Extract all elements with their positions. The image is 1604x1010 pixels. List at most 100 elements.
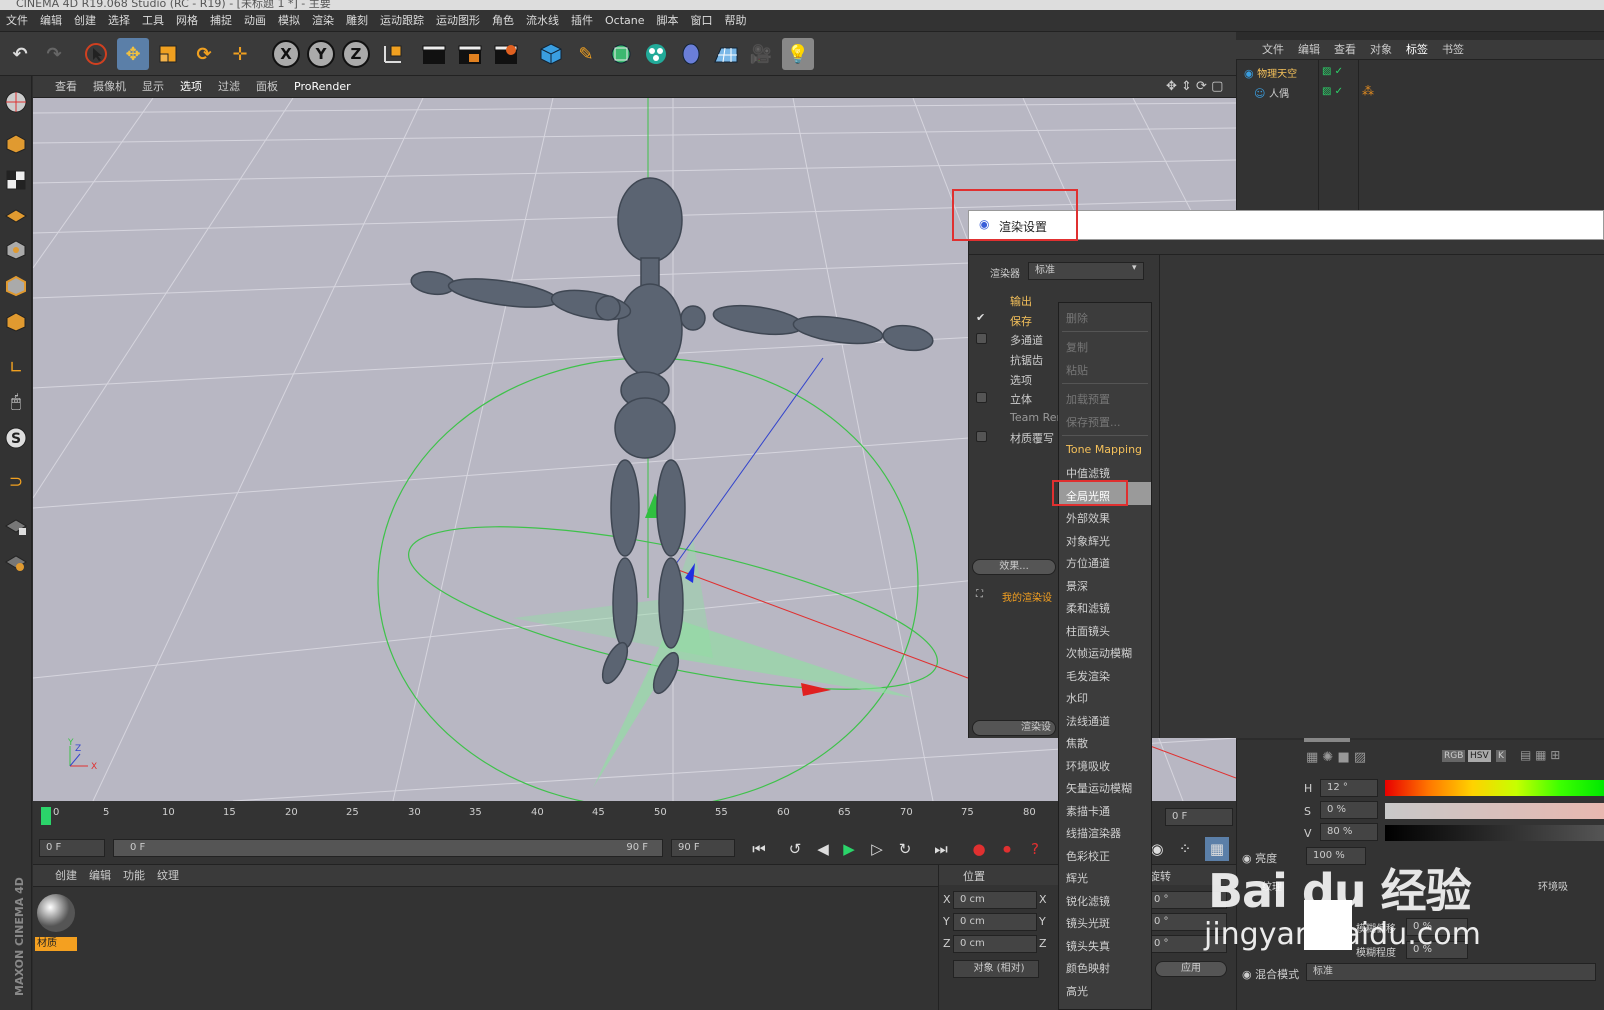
timeline-ruler[interactable]: 0 5 10 15 20 25 30 35 40 45 50 55 60 65 … <box>33 801 1236 831</box>
ctx-load-preset[interactable]: 加载预置 <box>1066 391 1110 407</box>
keyframe-selection-icon[interactable]: ? <box>1023 837 1047 861</box>
prev-frame-icon[interactable]: ◀ <box>811 837 835 861</box>
rs-check-multipass[interactable] <box>976 333 987 344</box>
viewport-menu-panel[interactable]: 面板 <box>248 76 286 98</box>
ctx-lens-flare[interactable]: 镜头光斑 <box>1066 915 1110 931</box>
menu-edit[interactable]: 编辑 <box>34 10 68 32</box>
ctx-hair-render[interactable]: 毛发渲染 <box>1066 668 1110 684</box>
ctx-delete[interactable]: 删除 <box>1066 310 1088 326</box>
viewport-menu-prorender[interactable]: ProRender <box>286 76 359 98</box>
viewport-menu-options[interactable]: 选项 <box>172 76 210 98</box>
ctx-color-mapping[interactable]: 颜色映射 <box>1066 960 1110 976</box>
object-visibility-icon-2[interactable]: ▨ ✓ <box>1322 86 1343 97</box>
render-settings-button[interactable]: 渲染设 <box>972 720 1056 736</box>
menu-sculpt[interactable]: 雕刻 <box>340 10 374 32</box>
menu-pipeline[interactable]: 流水线 <box>520 10 565 32</box>
viewport-nav-icons[interactable]: ✥ ⇕ ⟳ ▢ <box>1166 79 1223 94</box>
last-tool-icon[interactable]: ✛ <box>224 38 256 70</box>
viewport-menu-view[interactable]: 查看 <box>33 76 85 98</box>
ctx-line-renderer[interactable]: 线描渲染器 <box>1066 825 1121 841</box>
select-tool-icon[interactable] <box>80 38 112 70</box>
solo-icon[interactable] <box>2 548 30 576</box>
scale-tool-icon[interactable] <box>152 38 184 70</box>
rs-item-team-render[interactable]: Team Rer <box>1010 411 1061 424</box>
menu-motion-tracking[interactable]: 运动跟踪 <box>374 10 430 32</box>
go-to-end-icon[interactable]: ⏭ <box>929 837 953 861</box>
material-menu-function[interactable]: 功能 <box>117 865 151 887</box>
lock-workplane-icon[interactable] <box>2 512 30 540</box>
rs-item-save[interactable]: 保存 <box>1010 313 1032 329</box>
menu-select[interactable]: 选择 <box>102 10 136 32</box>
menu-window[interactable]: 窗口 <box>685 10 719 32</box>
ctx-subframe-motion-blur[interactable]: 次帧运动模糊 <box>1066 645 1132 661</box>
rs-item-stereo[interactable]: 立体 <box>1010 391 1032 407</box>
ctx-depth-of-field[interactable]: 景深 <box>1066 578 1088 594</box>
hue-slider[interactable] <box>1385 780 1604 796</box>
viewport-menu-cameras[interactable]: 摄像机 <box>85 76 134 98</box>
y-axis-lock-icon[interactable]: Y <box>307 40 335 68</box>
om-menu-edit[interactable]: 编辑 <box>1291 40 1327 60</box>
cube-primitive-icon[interactable] <box>535 38 567 70</box>
ctx-cylindrical-lens[interactable]: 柱面镜头 <box>1066 623 1110 639</box>
rotate-tool-icon[interactable]: ⟳ <box>188 38 220 70</box>
workplane-icon[interactable] <box>2 200 30 228</box>
ctx-sketch-toon[interactable]: 素描卡通 <box>1066 803 1110 819</box>
menu-mograph[interactable]: 运动图形 <box>430 10 486 32</box>
ctx-watermark[interactable]: 水印 <box>1066 690 1088 706</box>
ctx-ambient-occlusion[interactable]: 环境吸收 <box>1066 758 1110 774</box>
om-menu-objects[interactable]: 对象 <box>1363 40 1399 60</box>
menu-render[interactable]: 渲染 <box>306 10 340 32</box>
deformer-icon[interactable] <box>675 38 707 70</box>
texture-mode-icon[interactable] <box>2 166 30 194</box>
next-frame-icon[interactable]: ▷ <box>865 837 889 861</box>
ctx-lens-distortion[interactable]: 镜头失真 <box>1066 938 1110 954</box>
viewport-menu-filter[interactable]: 过滤 <box>210 76 248 98</box>
om-menu-bookmarks[interactable]: 书签 <box>1435 40 1471 60</box>
render-settings-icon[interactable] <box>490 38 522 70</box>
menu-mesh[interactable]: 网格 <box>170 10 204 32</box>
start-frame-field[interactable]: 0 F <box>39 839 105 857</box>
om-menu-view[interactable]: 查看 <box>1327 40 1363 60</box>
rs-item-antialiasing[interactable]: 抗锯齿 <box>1010 352 1043 368</box>
undo-icon[interactable]: ↶ <box>4 38 36 70</box>
playhead-marker[interactable] <box>41 807 51 825</box>
saturation-slider[interactable] <box>1385 803 1604 819</box>
rgb-mode-button[interactable]: RGB <box>1442 750 1466 762</box>
material-menu-create[interactable]: 创建 <box>33 865 83 887</box>
s-field[interactable]: 0 % <box>1320 801 1378 819</box>
material-menu-texture[interactable]: 纹理 <box>151 865 185 887</box>
ctx-highlights[interactable]: 高光 <box>1066 983 1088 999</box>
ctx-soft-filter[interactable]: 柔和滤镜 <box>1066 600 1110 616</box>
mixer-icons[interactable]: ▤ ▦ ⊞ <box>1520 748 1560 762</box>
x-axis-lock-icon[interactable]: X <box>272 40 300 68</box>
render-view-icon[interactable] <box>418 38 450 70</box>
rs-check-save[interactable]: ✔ <box>976 311 985 324</box>
axis-mode-icon[interactable]: ∟ <box>2 354 30 382</box>
camera-icon[interactable]: 🎥 <box>745 38 777 70</box>
object-row-figure[interactable]: ☺ 人偶 <box>1254 85 1324 101</box>
light-icon[interactable]: 💡 <box>782 38 814 70</box>
ctx-paste[interactable]: 粘贴 <box>1066 362 1088 378</box>
prev-keyframe-icon[interactable]: ↺ <box>783 837 807 861</box>
viewport-menu-display[interactable]: 显示 <box>134 76 172 98</box>
effects-button[interactable]: 效果... <box>972 559 1056 575</box>
subdivision-icon[interactable] <box>605 38 637 70</box>
menu-script[interactable]: 脚本 <box>651 10 685 32</box>
coordinate-mode-select[interactable]: 对象 (相对) <box>953 960 1039 978</box>
rs-item-options[interactable]: 选项 <box>1010 372 1032 388</box>
menu-animate[interactable]: 动画 <box>238 10 272 32</box>
make-editable-icon[interactable] <box>2 88 30 116</box>
rs-item-output[interactable]: 输出 <box>1010 293 1032 309</box>
rs-item-multipass[interactable]: 多通道 <box>1010 332 1043 348</box>
cloner-icon[interactable] <box>640 38 672 70</box>
renderer-select[interactable]: 标准 <box>1028 262 1144 280</box>
play-icon[interactable]: ▶ <box>837 837 861 861</box>
ctx-save-preset[interactable]: 保存预置... <box>1066 414 1121 430</box>
end-frame-field[interactable]: 90 F <box>671 839 735 857</box>
menu-create[interactable]: 创建 <box>68 10 102 32</box>
rs-check-material-override[interactable] <box>976 431 987 442</box>
ctx-copy[interactable]: 复制 <box>1066 339 1088 355</box>
move-tool-icon[interactable]: ✥ <box>117 38 149 70</box>
z-axis-lock-icon[interactable]: Z <box>342 40 370 68</box>
go-to-start-icon[interactable]: ⏮ <box>747 837 771 861</box>
